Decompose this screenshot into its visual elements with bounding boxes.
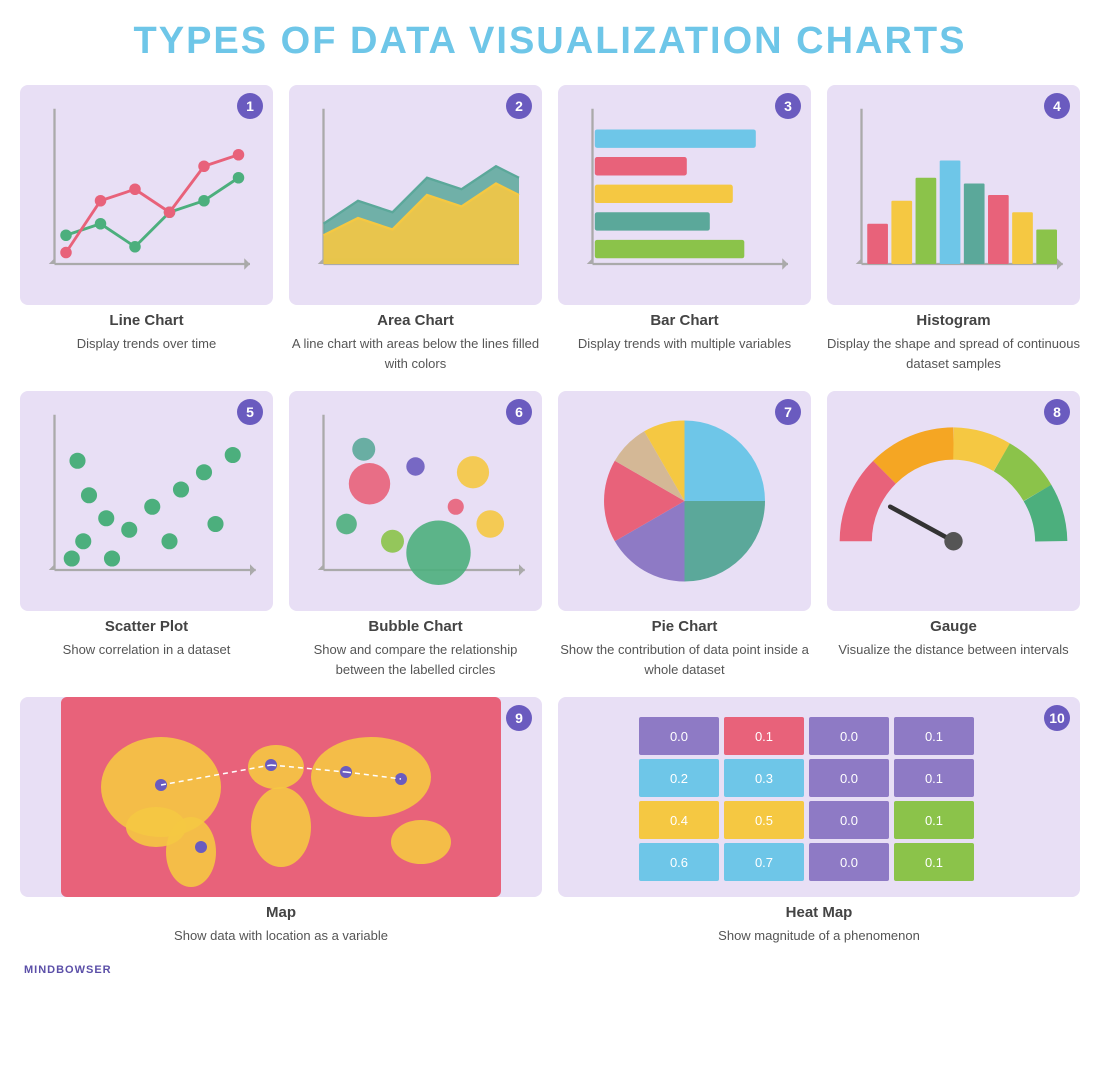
chart-cell-2: 2 Area Chart A line chart with areas bel… — [289, 85, 542, 373]
chart-cell-10: 10 0.0 0.1 0.0 0.1 0.2 0.3 0.0 — [558, 697, 1080, 946]
svg-text:0.0: 0.0 — [840, 729, 858, 744]
bubble-svg — [289, 391, 542, 611]
chart-number-2: 2 — [506, 93, 532, 119]
pie-svg — [558, 391, 811, 611]
svg-text:0.3: 0.3 — [755, 771, 773, 786]
svg-text:0.0: 0.0 — [670, 729, 688, 744]
chart-box-pie: 7 — [558, 391, 811, 611]
line-chart-svg — [20, 85, 273, 305]
histogram-svg — [827, 85, 1080, 305]
scatter-svg — [20, 391, 273, 611]
chart-label-2: Area Chart — [377, 312, 454, 329]
svg-text:0.0: 0.0 — [840, 771, 858, 786]
svg-text:0.5: 0.5 — [755, 813, 773, 828]
chart-box-heatmap: 10 0.0 0.1 0.0 0.1 0.2 0.3 0.0 — [558, 697, 1080, 897]
bar-chart-svg — [558, 85, 811, 305]
chart-desc-5: Show correlation in a dataset — [63, 640, 231, 660]
chart-label-10: Heat Map — [786, 904, 853, 921]
chart-desc-7: Show the contribution of data point insi… — [558, 640, 811, 679]
chart-box-histogram: 4 — [827, 85, 1080, 305]
chart-label-9: Map — [266, 904, 296, 921]
chart-label-4: Histogram — [916, 312, 990, 329]
svg-text:0.1: 0.1 — [925, 729, 943, 744]
svg-text:0.1: 0.1 — [925, 855, 943, 870]
gauge-svg — [827, 391, 1080, 611]
chart-label-6: Bubble Chart — [368, 618, 462, 635]
chart-box-gauge: 8 — [827, 391, 1080, 611]
heatmap-svg: 0.0 0.1 0.0 0.1 0.2 0.3 0.0 0.1 0.4 — [558, 697, 1080, 897]
chart-box-scatter: 5 — [20, 391, 273, 611]
chart-cell-8: 8 — [827, 391, 1080, 679]
chart-desc-1: Display trends over time — [77, 334, 216, 354]
chart-number-10: 10 — [1044, 705, 1070, 731]
chart-desc-4: Display the shape and spread of continuo… — [827, 334, 1080, 373]
chart-desc-8: Visualize the distance between intervals — [838, 640, 1068, 660]
chart-box-bubble: 6 — [289, 391, 542, 611]
chart-cell-5: 5 Scatter Plot — [20, 391, 273, 679]
page-title: TYPES OF DATA VISUALIZATION CHARTS — [20, 20, 1080, 63]
svg-text:0.1: 0.1 — [925, 813, 943, 828]
chart-number-9: 9 — [506, 705, 532, 731]
chart-cell-7: 7 Pie Cha — [558, 391, 811, 679]
chart-box-map: 9 — [20, 697, 542, 897]
svg-text:0.1: 0.1 — [925, 771, 943, 786]
title-highlight: CHARTS — [796, 20, 966, 62]
chart-number-5: 5 — [237, 399, 263, 425]
svg-text:0.0: 0.0 — [840, 855, 858, 870]
chart-desc-6: Show and compare the relationship betwee… — [289, 640, 542, 679]
chart-number-8: 8 — [1044, 399, 1070, 425]
brand-text: MINDBOWSER — [24, 964, 112, 976]
chart-label-1: Line Chart — [109, 312, 183, 329]
chart-label-8: Gauge — [930, 618, 977, 635]
chart-grid: 1 — [20, 85, 1080, 679]
chart-number-4: 4 — [1044, 93, 1070, 119]
map-svg — [20, 697, 542, 897]
chart-cell-4: 4 Histogram Display the shape and spread… — [827, 85, 1080, 373]
brand-logo: MINDBOWSER — [20, 960, 1080, 978]
chart-desc-2: A line chart with areas below the lines … — [289, 334, 542, 373]
svg-text:0.6: 0.6 — [670, 855, 688, 870]
svg-text:0.7: 0.7 — [755, 855, 773, 870]
chart-desc-9: Show data with location as a variable — [174, 926, 388, 946]
chart-number-6: 6 — [506, 399, 532, 425]
chart-box-line: 1 — [20, 85, 273, 305]
area-chart-svg — [289, 85, 542, 305]
chart-number-3: 3 — [775, 93, 801, 119]
chart-number-1: 1 — [237, 93, 263, 119]
svg-text:0.4: 0.4 — [670, 813, 688, 828]
chart-cell-3: 3 Bar Chart Display trends with multiple… — [558, 85, 811, 373]
chart-number-7: 7 — [775, 399, 801, 425]
chart-box-bar: 3 — [558, 85, 811, 305]
chart-cell-9: 9 — [20, 697, 542, 946]
chart-cell-1: 1 — [20, 85, 273, 373]
chart-label-7: Pie Chart — [652, 618, 718, 635]
chart-label-3: Bar Chart — [650, 312, 718, 329]
title-main: TYPES OF DATA VISUALIZATION — [134, 20, 797, 62]
svg-text:0.0: 0.0 — [840, 813, 858, 828]
chart-desc-3: Display trends with multiple variables — [578, 334, 791, 354]
chart-desc-10: Show magnitude of a phenomenon — [718, 926, 920, 946]
svg-text:0.2: 0.2 — [670, 771, 688, 786]
svg-text:0.1: 0.1 — [755, 729, 773, 744]
chart-cell-6: 6 Bubble Chart Show and compare the rela… — [289, 391, 542, 679]
chart-box-area: 2 — [289, 85, 542, 305]
chart-label-5: Scatter Plot — [105, 618, 188, 635]
